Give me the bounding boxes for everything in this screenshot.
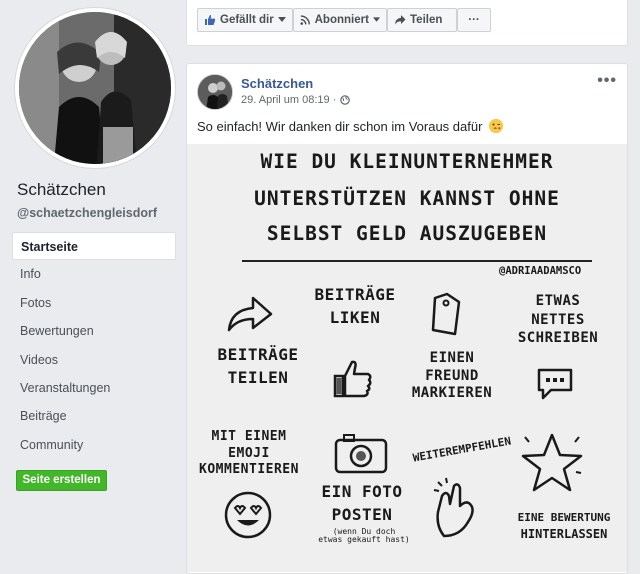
post-message: So einfach! Wir danken dir schon im Vora…	[197, 119, 504, 134]
image-title-line1: WIE DU KLEINUNTERNEHMER	[260, 150, 554, 173]
item-bewertung-line2: HINTERLASSEN	[520, 526, 608, 541]
post-timestamp[interactable]: 29. April um 08:19 ·	[241, 94, 351, 106]
item-weiterempfehlen: WEITEREMPFEHLEN	[411, 434, 512, 465]
item-emoji-line3: KOMMENTIEREN	[199, 462, 299, 478]
chevron-down-icon	[277, 17, 286, 22]
author-avatar-image	[198, 75, 232, 109]
nav-item-videos[interactable]: Videos	[12, 346, 176, 374]
page-title[interactable]: Schätzchen	[17, 180, 106, 200]
create-page-button[interactable]: Seite erstellen	[16, 470, 107, 491]
item-teilen-line2: TEILEN	[227, 367, 289, 387]
camera-icon	[334, 434, 388, 474]
post-time[interactable]: 29. April um 08:19 ·	[241, 94, 336, 106]
post-author-name[interactable]: Schätzchen	[241, 76, 313, 91]
item-emoji-line1: MIT EINEM	[211, 429, 287, 444]
item-foto-line2: POSTEN	[331, 504, 393, 524]
item-foto: EIN FOTO POSTEN	[307, 482, 417, 524]
nav-item-fotos[interactable]: Fotos	[12, 289, 176, 317]
item-markieren-line2: FREUND	[425, 367, 479, 384]
post-author-avatar[interactable]	[197, 74, 233, 110]
follow-page-button[interactable]: Abonniert	[293, 8, 387, 32]
share-arrow-icon	[227, 296, 273, 332]
item-liken: BEITRÄGE LIKEN	[305, 285, 405, 327]
more-icon: ···	[468, 14, 480, 26]
post-image[interactable]: WIE DU KLEINUNTERNEHMER UNTERSTÜTZEN KAN…	[187, 144, 627, 572]
profile-photo-image	[19, 12, 171, 164]
item-foto-note-line2: etwas gekauft hast)	[318, 535, 410, 545]
nav-item-bewertungen[interactable]: Bewertungen	[12, 317, 176, 345]
share-label: Teilen	[410, 14, 443, 26]
share-button[interactable]: Teilen	[387, 8, 457, 32]
heart-eyes-emoji-icon	[224, 491, 272, 539]
item-teilen: BEITRÄGE TEILEN	[203, 345, 313, 387]
star-icon	[521, 433, 583, 492]
like-page-button[interactable]: Gefällt dir	[197, 8, 293, 32]
share-arrow-icon	[395, 15, 406, 25]
item-nettes-line2: NETTES	[531, 311, 585, 328]
item-teilen-line1: BEITRÄGE	[217, 345, 299, 364]
item-markieren: EINEN FREUND MARKIEREN	[397, 351, 507, 401]
page-nav: Startseite Info Fotos Bewertungen Videos…	[12, 232, 176, 459]
post-card: Schätzchen 29. April um 08:19 · ••• So e…	[186, 63, 628, 574]
profile-picture-frame[interactable]	[15, 8, 175, 168]
item-emoji: MIT EINEM EMOJI KOMMENTIEREN	[195, 430, 303, 477]
item-emoji-line2: EMOJI	[228, 445, 270, 461]
item-markieren-line1: EINEN	[429, 350, 475, 366]
thumbs-up-icon	[333, 360, 372, 398]
profile-picture[interactable]	[19, 12, 171, 164]
page-actions-bar: Gefällt dir Abonniert Teilen ···	[186, 0, 628, 46]
thumbs-up-icon	[205, 15, 216, 25]
item-markieren-line3: MARKIEREN	[411, 385, 493, 402]
nav-item-beitraege[interactable]: Beiträge	[12, 402, 176, 430]
item-bewertung: EINE BEWERTUNG HINTERLASSEN	[505, 512, 623, 540]
follow-label: Abonniert	[314, 14, 369, 26]
comment-bubble-icon	[537, 368, 573, 400]
image-divider	[242, 260, 592, 262]
nav-item-info[interactable]: Info	[12, 260, 176, 288]
chevron-down-icon	[372, 17, 380, 22]
more-options-button[interactable]: ···	[457, 8, 491, 32]
item-nettes-line1: ETWAS	[535, 293, 581, 309]
image-title-line2: UNTERSTÜTZEN KANNST OHNE	[254, 187, 560, 210]
image-title-line3: SELBST GELD AUSZUGEBEN	[266, 222, 548, 245]
nav-item-veranstaltungen[interactable]: Veranstaltungen	[12, 374, 176, 402]
nav-item-community[interactable]: Community	[12, 431, 176, 459]
page-username[interactable]: @schaetzchengleisdorf	[17, 206, 157, 220]
item-liken-line1: BEITRÄGE	[314, 285, 396, 304]
item-liken-line2: LIKEN	[329, 307, 381, 327]
clapping-hands-icon	[433, 477, 474, 538]
post-message-text: So einfach! Wir danken dir schon im Vora…	[197, 119, 483, 134]
post-options-button[interactable]: •••	[597, 72, 617, 90]
image-credit: @ADRIAADAMSCO	[499, 265, 582, 277]
item-nettes-line3: SCHREIBEN	[517, 330, 599, 347]
wink-kiss-emoji-icon	[489, 119, 504, 133]
item-nettes: ETWAS NETTES SCHREIBEN	[499, 294, 617, 346]
globe-icon	[340, 95, 351, 105]
main-column: Gefällt dir Abonniert Teilen ··· Schätzc…	[186, 0, 640, 574]
rss-icon	[300, 15, 310, 25]
item-foto-line1: EIN FOTO	[321, 482, 403, 501]
page-sidebar: Schätzchen @schaetzchengleisdorf Startse…	[0, 0, 186, 574]
item-bewertung-line1: EINE BEWERTUNG	[517, 511, 611, 524]
nav-item-startseite[interactable]: Startseite	[12, 232, 176, 261]
like-label: Gefällt dir	[220, 14, 274, 26]
item-foto-note: (wenn Du doch etwas gekauft hast)	[309, 527, 419, 545]
tag-icon	[431, 292, 461, 336]
